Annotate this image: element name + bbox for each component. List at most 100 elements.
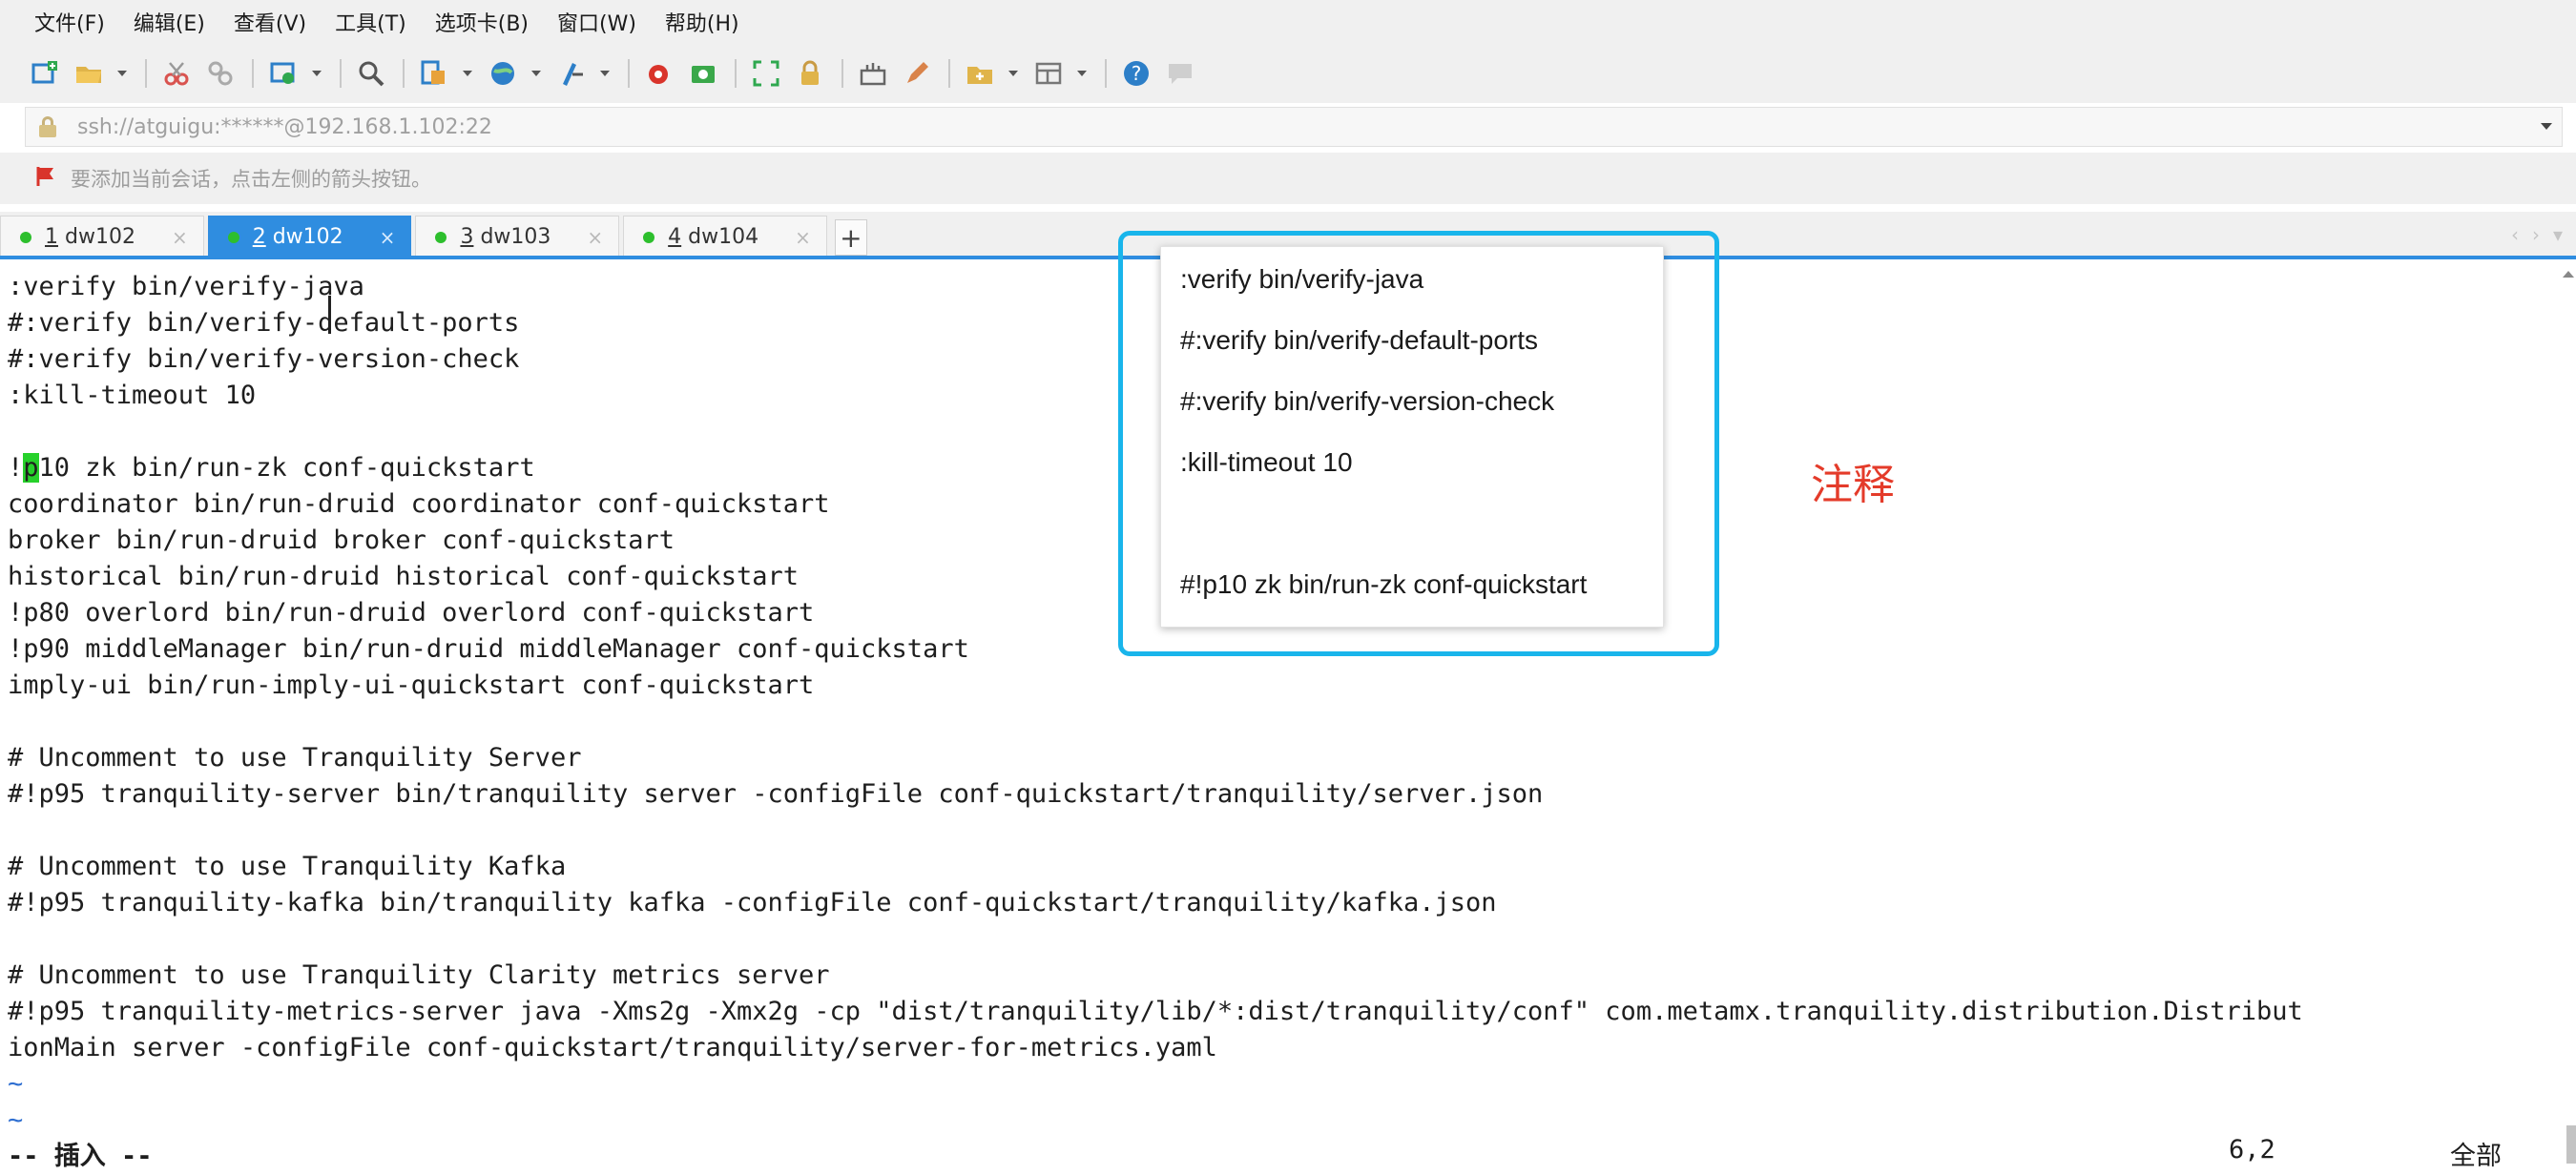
terminal-line: #!p95 tranquility-kafka bin/tranquility … (8, 888, 1497, 917)
fullscreen-icon[interactable] (750, 57, 782, 90)
scroll-up-icon[interactable] (2563, 271, 2574, 278)
keyboard-icon[interactable] (857, 57, 889, 90)
lock-icon[interactable] (794, 57, 826, 90)
chat-icon[interactable] (1164, 57, 1196, 90)
address-text: ssh://atguigu:******@192.168.1.102:22 (77, 114, 492, 139)
script-dropdown-icon[interactable] (599, 57, 611, 90)
close-icon[interactable]: × (587, 226, 603, 249)
session-hint-bar: 要添加当前会话，点击左侧的箭头按钮。 (0, 153, 2576, 204)
pen-icon[interactable] (901, 57, 933, 90)
terminal-line: !p80 overlord bin/run-druid overlord con… (8, 598, 815, 628)
script-icon[interactable] (555, 57, 588, 90)
menu-view[interactable]: 查看(V) (234, 7, 306, 37)
cut-icon[interactable] (160, 57, 193, 90)
scroll-scope: 全部 (2450, 1142, 2502, 1171)
connected-dot-icon (435, 231, 447, 243)
tab-session-3[interactable]: 3 dw103 × (415, 216, 620, 258)
toolbar-divider (340, 59, 342, 88)
tab-session-2[interactable]: 2 dw102 × (207, 216, 412, 258)
tab-label: 3 dw103 (460, 225, 551, 249)
globe-dropdown-icon[interactable] (530, 57, 542, 90)
menu-edit[interactable]: 编辑(E) (134, 7, 205, 37)
tab-label: 1 dw102 (45, 225, 135, 249)
terminal-line: ionMain server -configFile conf-quicksta… (8, 1033, 1217, 1062)
menu-bar: 文件(F) 编辑(E) 查看(V) 工具(T) 选项卡(B) 窗口(W) 帮助(… (0, 0, 2576, 44)
folder-icon[interactable] (964, 57, 996, 90)
tab-label: 2 dw102 (252, 225, 343, 249)
toolbar-divider (841, 59, 843, 88)
reconnect-dropdown-icon[interactable] (311, 57, 322, 90)
tab-prev-icon[interactable]: ‹ (2511, 223, 2519, 246)
terminal-cursor-line: !p10 zk bin/run-zk conf-quickstart (8, 453, 535, 483)
connected-dot-icon (20, 231, 31, 243)
toolbar: ? (0, 44, 2576, 103)
address-dropdown-icon[interactable] (2541, 123, 2552, 130)
terminal-line: #:verify bin/verify-default-ports (8, 308, 520, 338)
menu-window[interactable]: 窗口(W) (557, 7, 636, 37)
terminal-line: :kill-timeout 10 (8, 381, 257, 410)
add-tab-button[interactable]: + (834, 219, 867, 256)
terminal-line: :verify bin/verify-java (8, 272, 364, 301)
menu-help[interactable]: 帮助(H) (665, 7, 739, 37)
toolbar-divider (145, 59, 147, 88)
properties-icon[interactable] (418, 57, 450, 90)
cursor-position: 6,2 (2229, 1135, 2275, 1165)
tab-label: 4 dw104 (668, 225, 759, 249)
terminal-line: #!p95 tranquility-metrics-server java -X… (8, 997, 2303, 1026)
reconnect-icon[interactable] (267, 57, 300, 90)
menu-tools[interactable]: 工具(T) (335, 7, 406, 37)
terminal-line: broker bin/run-druid broker conf-quickst… (8, 526, 675, 555)
menu-file[interactable]: 文件(F) (34, 7, 105, 37)
layout-dropdown-icon[interactable] (1076, 57, 1088, 90)
tab-session-1[interactable]: 1 dw102 × (0, 216, 204, 258)
scrollbar-thumb[interactable] (2566, 1125, 2576, 1164)
link-icon[interactable] (204, 57, 237, 90)
toolbar-divider (948, 59, 950, 88)
help-icon[interactable]: ? (1120, 57, 1153, 90)
lock-icon (39, 116, 56, 137)
vim-status-line: -- 插入 -- 6,2 全部 (8, 1135, 2545, 1173)
tab-menu-icon[interactable]: ▾ (2553, 223, 2563, 246)
hint-text: 要添加当前会话，点击左侧的箭头按钮。 (71, 168, 431, 191)
close-icon[interactable]: × (172, 226, 188, 249)
callout-line: :verify bin/verify-java (1180, 264, 1424, 294)
terminal-line: ~ (8, 1105, 24, 1135)
terminal-line: # Uncomment to use Tranquility Server (8, 743, 582, 773)
close-icon[interactable]: × (795, 226, 811, 249)
folder-dropdown-icon[interactable] (1008, 57, 1019, 90)
record-icon[interactable] (643, 57, 675, 90)
open-folder-icon[interactable] (73, 57, 105, 90)
camera-icon[interactable] (687, 57, 719, 90)
new-session-icon[interactable] (29, 57, 61, 90)
callout-line: :kill-timeout 10 (1180, 447, 1353, 477)
terminal-line: historical bin/run-druid historical conf… (8, 562, 800, 591)
terminal-line: #!p95 tranquility-server bin/tranquility… (8, 779, 1544, 809)
connected-dot-icon (227, 231, 239, 243)
annotation-callout-card: :verify bin/verify-java #:verify bin/ver… (1160, 246, 1664, 628)
terminal-cursor: p (23, 453, 39, 483)
globe-icon[interactable] (487, 57, 519, 90)
close-icon[interactable]: × (380, 226, 396, 249)
bookmark-flag-icon[interactable] (34, 165, 57, 192)
callout-line: #:verify bin/verify-default-ports (1180, 325, 1539, 355)
toolbar-divider (252, 59, 254, 88)
svg-text:?: ? (1132, 62, 1142, 85)
connected-dot-icon (643, 231, 655, 243)
vim-mode: -- 插入 -- (8, 1142, 153, 1171)
properties-dropdown-icon[interactable] (462, 57, 473, 90)
terminal-line: #:verify bin/verify-version-check (8, 344, 520, 374)
search-icon[interactable] (355, 57, 387, 90)
terminal-line: # Uncomment to use Tranquility Clarity m… (8, 960, 830, 990)
toolbar-divider (403, 59, 405, 88)
tab-scroll-controls: ‹ › ▾ (2498, 223, 2563, 246)
tab-session-4[interactable]: 4 dw104 × (623, 216, 827, 258)
annotation-label: 注释 (1811, 461, 1895, 509)
open-dropdown-icon[interactable] (116, 57, 128, 90)
callout-line: #:verify bin/verify-version-check (1180, 386, 1555, 416)
terminal-line: coordinator bin/run-druid coordinator co… (8, 489, 830, 519)
terminal-line: imply-ui bin/run-imply-ui-quickstart con… (8, 670, 815, 700)
tab-next-icon[interactable]: › (2532, 223, 2540, 246)
layout-icon[interactable] (1032, 57, 1065, 90)
address-bar[interactable]: ssh://atguigu:******@192.168.1.102:22 (25, 107, 2563, 147)
menu-tabs[interactable]: 选项卡(B) (435, 7, 529, 37)
